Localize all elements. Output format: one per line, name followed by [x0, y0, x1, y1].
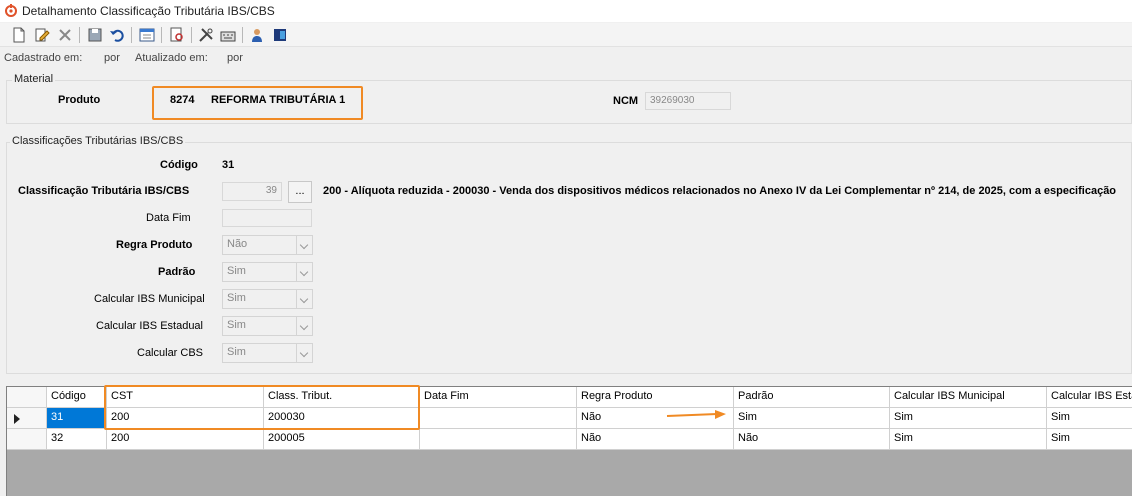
regra-produto-label: Regra Produto [116, 239, 193, 251]
ibs-municipal-label: Calcular IBS Municipal [94, 293, 205, 305]
ncm-label: NCM [613, 95, 639, 107]
chevron-down-icon [296, 290, 312, 308]
toolbar-separator [131, 27, 132, 43]
column-header-padrao[interactable]: Padrão [734, 387, 890, 408]
updated-label: Atualizado em: [135, 52, 208, 64]
material-group-title: Material [12, 73, 56, 85]
form-icon[interactable] [138, 26, 156, 44]
cell-padrao[interactable]: Não [734, 429, 890, 450]
cell-codigo[interactable]: 32 [47, 429, 107, 450]
window-title: Detalhamento Classificação Tributária IB… [22, 4, 275, 18]
table-row[interactable]: 32 200 200005 Não Não Sim Sim [7, 429, 1132, 450]
padrao-value: Sim [227, 265, 246, 277]
save-icon[interactable] [86, 26, 104, 44]
classificacao-lookup-button[interactable]: ... [288, 181, 312, 203]
padrao-label: Padrão [158, 266, 196, 278]
produto-name: REFORMA TRIBUTÁRIA 1 [211, 94, 346, 106]
cell-data-fim[interactable] [420, 429, 577, 450]
ncm-field: 39269030 [645, 92, 731, 110]
column-header-data-fim[interactable]: Data Fim [420, 387, 577, 408]
app-icon [5, 4, 17, 17]
cell-class-tribut[interactable]: 200005 [264, 429, 420, 450]
column-header-regra-produto[interactable]: Regra Produto [577, 387, 734, 408]
classificacoes-group-title: Classificações Tributárias IBS/CBS [10, 135, 186, 147]
column-header-codigo[interactable]: Código [47, 387, 107, 408]
chevron-down-icon [296, 236, 312, 254]
column-header-ibs-estadual[interactable]: Calcular IBS Estadual [1047, 387, 1132, 408]
cell-ibs-estadual[interactable]: Sim [1047, 429, 1132, 450]
title-bar: Detalhamento Classificação Tributária IB… [0, 0, 1132, 22]
user-icon[interactable] [248, 26, 266, 44]
cbs-select[interactable]: Sim [222, 343, 313, 363]
padrao-select[interactable]: Sim [222, 262, 313, 282]
row-pointer-icon [14, 414, 20, 424]
data-fim-field[interactable] [222, 209, 312, 227]
edit-icon[interactable] [33, 26, 51, 44]
search-document-icon[interactable] [168, 26, 186, 44]
toolbar-separator [191, 27, 192, 43]
chevron-down-icon [296, 344, 312, 362]
delete-icon[interactable] [56, 26, 74, 44]
ibs-municipal-select[interactable]: Sim [222, 289, 313, 309]
undo-icon[interactable] [108, 26, 126, 44]
cbs-label: Calcular CBS [137, 347, 204, 359]
chevron-down-icon [296, 317, 312, 335]
cell-codigo[interactable]: 31 [47, 408, 107, 429]
produto-code: 8274 [170, 94, 195, 106]
toolbar-separator [79, 27, 80, 43]
row-header-corner [7, 387, 47, 408]
classificacoes-group [6, 142, 1132, 374]
current-row-indicator [7, 408, 47, 429]
created-by-label: por [104, 52, 120, 64]
tools-icon[interactable] [197, 26, 215, 44]
cell-ibs-municipal[interactable]: Sim [890, 429, 1047, 450]
cell-data-fim[interactable] [420, 408, 577, 429]
grid-cst-class-highlight [104, 385, 420, 430]
chevron-down-icon [296, 263, 312, 281]
codigo-label: Código [160, 159, 198, 171]
ibs-estadual-label: Calcular IBS Estadual [96, 320, 203, 332]
cell-regra-produto[interactable]: Não [577, 429, 734, 450]
regra-produto-value: Não [227, 238, 248, 250]
arrow-annotation-icon [666, 410, 726, 419]
classificacao-description: 200 - Alíquota reduzida - 200030 - Venda… [323, 185, 1117, 197]
produto-label: Produto [58, 94, 101, 106]
regra-produto-select[interactable]: Não [222, 235, 313, 255]
cell-ibs-municipal[interactable]: Sim [890, 408, 1047, 429]
classificacao-label: Classificação Tributária IBS/CBS [18, 185, 190, 197]
updated-by-label: por [227, 52, 243, 64]
cell-cst[interactable]: 200 [107, 429, 264, 450]
keyboard-icon[interactable] [219, 26, 237, 44]
toolbar-separator [242, 27, 243, 43]
toolbar-separator [161, 27, 162, 43]
app-window: Detalhamento Classificação Tributária IB… [0, 0, 1132, 496]
row-header [7, 429, 47, 450]
data-fim-label: Data Fim [146, 212, 191, 224]
new-icon[interactable] [10, 26, 28, 44]
cell-ibs-estadual[interactable]: Sim [1047, 408, 1132, 429]
classificacao-field[interactable]: 39 [222, 182, 282, 201]
cell-padrao[interactable]: Sim [734, 408, 890, 429]
codigo-value: 31 [222, 159, 235, 171]
ibs-municipal-value: Sim [227, 292, 246, 304]
created-label: Cadastrado em: [4, 52, 83, 64]
ibs-estadual-value: Sim [227, 319, 246, 331]
column-header-ibs-municipal[interactable]: Calcular IBS Municipal [890, 387, 1047, 408]
cbs-value: Sim [227, 346, 246, 358]
ibs-estadual-select[interactable]: Sim [222, 316, 313, 336]
toolbar [0, 23, 1132, 47]
book-icon[interactable] [271, 26, 289, 44]
